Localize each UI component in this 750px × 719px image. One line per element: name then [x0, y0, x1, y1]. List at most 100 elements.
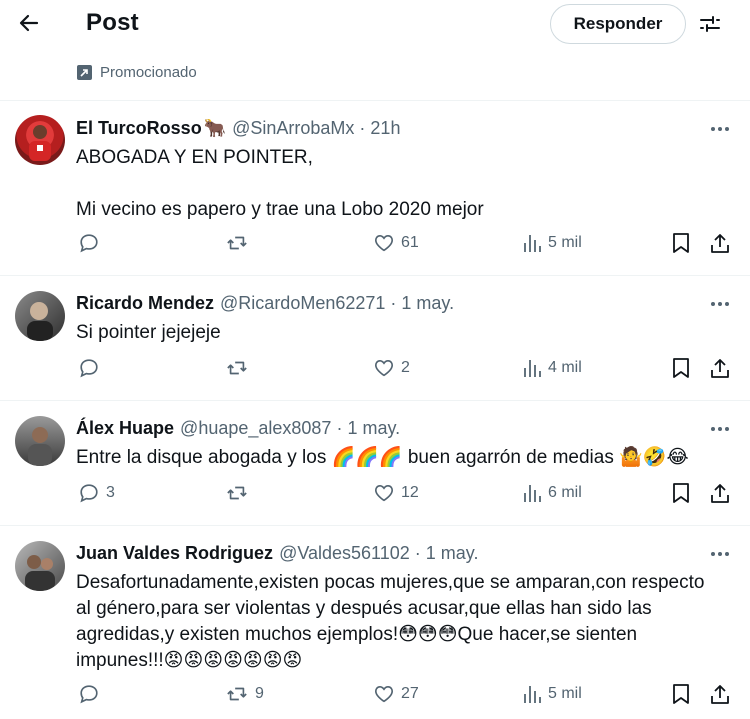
avatar[interactable]: [15, 291, 65, 341]
repost-action[interactable]: [225, 482, 255, 504]
share-action[interactable]: [709, 683, 731, 705]
views-icon: [524, 360, 541, 377]
reply-icon: [80, 484, 98, 503]
like-count: 2: [401, 359, 410, 376]
share-action[interactable]: [709, 232, 731, 254]
repost-action[interactable]: 9: [225, 683, 264, 705]
avatar[interactable]: [15, 115, 65, 165]
share-action[interactable]: [709, 357, 731, 379]
reply-action[interactable]: [78, 232, 106, 254]
reply-item[interactable]: Álex Huape @huape_alex8087 · 1 may. Entr…: [0, 401, 750, 525]
repost-count: 9: [255, 685, 264, 702]
bookmark-action[interactable]: [671, 683, 691, 705]
reply-meta: Juan Valdes Rodriguez @Valdes561102 · 1 …: [76, 543, 478, 564]
reply-text: Entre la disque abogada y los 🌈🌈🌈 buen a…: [76, 445, 736, 471]
author-name[interactable]: Ricardo Mendez: [76, 293, 214, 314]
more-options-button[interactable]: [708, 419, 732, 439]
reply-text: Si pointer jejejeje: [76, 320, 736, 346]
views-icon: [524, 235, 541, 252]
post-time[interactable]: 1 may.: [401, 293, 454, 314]
text-line: impunes!!!😡😡😡😡😡😡😡: [76, 650, 303, 671]
bookmark-action[interactable]: [671, 232, 691, 254]
post-time[interactable]: 1 may.: [426, 543, 479, 564]
share-icon: [711, 685, 729, 704]
author-handle[interactable]: @Valdes561102: [279, 543, 410, 564]
author-handle[interactable]: @huape_alex8087: [180, 418, 331, 439]
back-button[interactable]: [14, 8, 44, 38]
like-count: 12: [401, 484, 419, 501]
repost-icon: [227, 236, 247, 250]
more-icon: [711, 127, 715, 131]
reply-text: Desafortunadamente,existen pocas mujeres…: [76, 570, 736, 674]
text-line: agredidas,y existen muchos ejemplos!😳😳😳Q…: [76, 624, 638, 645]
reply-icon: [80, 234, 98, 253]
views-icon: [524, 686, 541, 703]
reply-item[interactable]: Juan Valdes Rodriguez @Valdes561102 · 1 …: [0, 526, 750, 719]
like-action[interactable]: 27: [373, 683, 419, 705]
post-time[interactable]: 1 may.: [347, 418, 400, 439]
author-handle[interactable]: @SinArrobaMx: [232, 118, 354, 139]
action-bar: 9 27 5 mil: [0, 683, 750, 713]
repost-icon: [227, 687, 247, 701]
more-options-button[interactable]: [708, 544, 732, 564]
avatar[interactable]: [15, 541, 65, 591]
reply-action[interactable]: [78, 357, 106, 379]
dot-separator: ·: [390, 293, 397, 313]
reply-button[interactable]: Responder: [550, 4, 686, 44]
text-line: Si pointer jejejeje: [76, 322, 221, 343]
repost-action[interactable]: [225, 232, 255, 254]
reply-count: 3: [106, 484, 115, 501]
promoted-text: Promocionado: [100, 64, 197, 81]
promoted-icon: [77, 65, 92, 80]
promoted-label: Promocionado: [77, 64, 197, 81]
bookmark-action[interactable]: [671, 482, 691, 504]
share-icon: [711, 359, 729, 378]
like-action[interactable]: 12: [373, 482, 419, 504]
more-icon: [711, 427, 715, 431]
reply-icon: [80, 359, 98, 378]
author-name[interactable]: Juan Valdes Rodriguez: [76, 543, 273, 564]
more-options-button[interactable]: [708, 119, 732, 139]
reply-action[interactable]: [78, 683, 106, 705]
views-action[interactable]: 6 mil: [522, 482, 582, 504]
dot-separator: ·: [414, 543, 421, 563]
views-action[interactable]: 5 mil: [522, 683, 582, 705]
reply-item[interactable]: El TurcoRosso 🐂 @SinArrobaMx · 21h ABOGA…: [0, 101, 750, 276]
like-icon: [375, 360, 393, 377]
views-action[interactable]: 4 mil: [522, 357, 582, 379]
filter-button[interactable]: [694, 8, 726, 40]
dot-separator: ·: [336, 418, 343, 438]
back-arrow-icon: [19, 14, 39, 32]
like-action[interactable]: 61: [373, 232, 419, 254]
author-name[interactable]: Álex Huape: [76, 418, 174, 439]
views-action[interactable]: 5 mil: [522, 232, 582, 254]
author-name[interactable]: El TurcoRosso: [76, 118, 202, 139]
views-count: 5 mil: [548, 685, 582, 702]
post-time[interactable]: 21h: [370, 118, 400, 139]
share-action[interactable]: [709, 482, 731, 504]
more-options-button[interactable]: [708, 294, 732, 314]
reply-item[interactable]: Ricardo Mendez @RicardoMen62271 · 1 may.…: [0, 276, 750, 400]
bookmark-icon: [673, 233, 689, 253]
reply-meta: Álex Huape @huape_alex8087 · 1 may.: [76, 418, 400, 439]
bookmark-icon: [673, 684, 689, 704]
reply-action[interactable]: 3: [78, 482, 115, 504]
like-count: 61: [401, 234, 419, 251]
views-count: 6 mil: [548, 484, 582, 501]
text-line: al género,para ser violentas y después a…: [76, 598, 652, 619]
page-title: Post: [86, 9, 139, 36]
header: Post Responder: [0, 0, 750, 54]
repost-action[interactable]: [225, 357, 255, 379]
filter-icon: [700, 16, 720, 32]
like-icon: [375, 686, 393, 703]
more-icon: [711, 552, 715, 556]
action-bar: 2 4 mil: [0, 357, 750, 387]
more-icon: [711, 302, 715, 306]
repost-icon: [227, 361, 247, 375]
like-action[interactable]: 2: [373, 357, 410, 379]
bookmark-action[interactable]: [671, 357, 691, 379]
avatar[interactable]: [15, 416, 65, 466]
action-bar: 3 12 6 mil: [0, 482, 750, 512]
views-count: 4 mil: [548, 359, 582, 376]
author-handle[interactable]: @RicardoMen62271: [220, 293, 385, 314]
